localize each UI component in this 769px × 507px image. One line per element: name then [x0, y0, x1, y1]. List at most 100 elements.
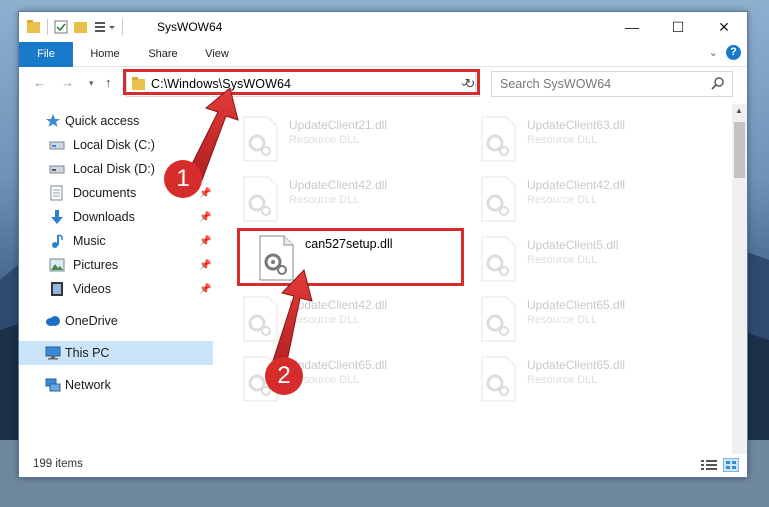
item-count: 199 items	[33, 458, 83, 470]
file-item[interactable]: UpdateClient5.dll Resource DLL	[476, 232, 706, 288]
file-item[interactable]: UpdateClient21.dll Resource DLL	[238, 112, 468, 168]
status-bar: 199 items	[19, 454, 747, 477]
pin-icon[interactable]: 📌	[199, 188, 211, 199]
file-type: Resource DLL	[527, 374, 598, 386]
file-name: UpdateClient5.dll	[527, 238, 619, 252]
sidebar-item-label: OneDrive	[65, 314, 118, 328]
help-button[interactable]: ?	[726, 45, 741, 60]
sidebar-item-label: Network	[65, 378, 111, 392]
music-icon	[49, 233, 65, 249]
file-item[interactable]: UpdateClient63.dll Resource DLL	[476, 112, 706, 168]
videos-icon	[49, 281, 65, 297]
file-name: UpdateClient21.dll	[289, 118, 388, 132]
navigation-pane: Quick access Local Disk (C:) 📌 Local Dis…	[19, 104, 213, 464]
file-type: Resource DLL	[527, 134, 598, 146]
pin-icon[interactable]: 📌	[199, 260, 211, 271]
pin-icon[interactable]: 📌	[199, 284, 211, 295]
file-type: Resource DLL	[289, 314, 360, 326]
sidebar-item-pictures[interactable]: Pictures 📌	[19, 253, 213, 277]
close-button[interactable]: ✕	[701, 12, 747, 42]
sidebar-item-label: Videos	[73, 282, 111, 296]
minimize-button[interactable]: —	[609, 12, 655, 42]
file-item[interactable]: UpdateClient65.dll Resource DLL	[476, 292, 706, 348]
step-two-badge: 2	[265, 357, 303, 395]
drive-icon	[49, 137, 65, 153]
new-folder-icon[interactable]	[74, 20, 88, 34]
scroll-up-icon[interactable]: ▲	[735, 106, 743, 115]
sidebar-item-music[interactable]: Music 📌	[19, 229, 213, 253]
up-arrow-icon[interactable]: ↑	[105, 75, 112, 90]
dll-file-icon	[243, 116, 278, 162]
pin-icon[interactable]: 📌	[199, 140, 211, 151]
search-icon[interactable]	[711, 76, 725, 90]
pin-icon[interactable]: 📌	[199, 236, 211, 247]
file-name: UpdateClient42.dll	[289, 298, 388, 312]
computer-icon	[45, 345, 61, 361]
sidebar-item-label: Local Disk (D:)	[73, 162, 155, 176]
folder-icon	[27, 20, 40, 33]
sidebar-item-this-pc[interactable]: This PC	[19, 341, 213, 365]
expand-ribbon-icon[interactable]: ⌄	[709, 46, 718, 59]
dll-file-icon	[481, 296, 516, 342]
dll-file-icon	[243, 296, 278, 342]
ribbon-tabs: File Home Share View ⌄ ?	[19, 42, 747, 98]
file-item[interactable]: UpdateClient42.dll Resource DLL	[238, 172, 468, 228]
network-icon	[45, 377, 61, 393]
pictures-icon	[49, 257, 65, 273]
sidebar-item-label: This PC	[65, 346, 110, 360]
vertical-scrollbar[interactable]: ▲ ▼	[732, 104, 747, 464]
sidebar-item-label: Local Disk (C:)	[73, 138, 155, 152]
sidebar-item-onedrive[interactable]: OneDrive	[19, 309, 213, 333]
file-type: Resource DLL	[289, 134, 360, 146]
step-one-badge: 1	[164, 160, 202, 198]
scrollbar-thumb[interactable]	[734, 122, 745, 178]
title-bar: SysWOW64 — ☐ ✕	[19, 12, 747, 42]
file-item[interactable]: UpdateClient42.dll Resource DLL	[476, 172, 706, 228]
file-type: Resource DLL	[527, 314, 598, 326]
file-highlight-box	[237, 228, 464, 286]
file-explorer-window: SysWOW64 — ☐ ✕ File Home Share View ⌄ ? …	[18, 11, 748, 478]
file-name: UpdateClient42.dll	[289, 178, 388, 192]
file-item[interactable]: UpdateClient65.dll Resource DLL	[476, 352, 706, 408]
documents-icon	[49, 185, 65, 201]
sidebar-item-local-disk-c[interactable]: Local Disk (C:) 📌	[19, 133, 213, 157]
maximize-button[interactable]: ☐	[655, 12, 701, 42]
tab-view[interactable]: View	[195, 42, 239, 66]
quick-access-toolbar	[27, 18, 123, 36]
sidebar-item-videos[interactable]: Videos 📌	[19, 277, 213, 301]
recent-locations-icon[interactable]: ▾	[89, 78, 94, 89]
dll-file-icon	[481, 356, 516, 402]
file-name: UpdateClient42.dll	[527, 178, 626, 192]
file-type: Resource DLL	[527, 194, 598, 206]
details-view-icon[interactable]	[701, 459, 717, 471]
file-item[interactable]: UpdateClient42.dll Resource DLL	[238, 292, 468, 348]
drive-icon	[49, 161, 65, 177]
sidebar-item-downloads[interactable]: Downloads 📌	[19, 205, 213, 229]
navigation-bar: ← → ▾ ↑ C:\Windows\SysWOW64 ⌄ ↻ Search S…	[19, 67, 747, 101]
sidebar-item-network[interactable]: Network	[19, 373, 213, 397]
sidebar-item-label: Documents	[73, 186, 137, 200]
sidebar-item-label: Quick access	[65, 114, 140, 128]
divider	[47, 19, 48, 35]
large-icons-view-icon[interactable]	[723, 458, 739, 472]
tab-share[interactable]: Share	[139, 42, 187, 66]
sidebar-item-label: Downloads	[73, 210, 135, 224]
sidebar-item-quick-access[interactable]: Quick access	[19, 109, 213, 133]
dll-file-icon	[481, 176, 516, 222]
forward-arrow-icon[interactable]: →	[61, 75, 74, 90]
cloud-icon	[45, 313, 61, 329]
address-highlight-box	[123, 69, 480, 95]
dll-file-icon	[481, 116, 516, 162]
search-input[interactable]: Search SysWOW64	[500, 77, 611, 91]
sidebar-item-label: Pictures	[73, 258, 119, 272]
customize-toolbar-icon[interactable]	[94, 20, 116, 34]
tab-home[interactable]: Home	[81, 42, 129, 66]
properties-icon[interactable]	[54, 20, 68, 34]
star-icon	[45, 113, 61, 129]
window-title: SysWOW64	[157, 20, 223, 34]
divider	[122, 19, 123, 35]
back-arrow-icon[interactable]: ←	[33, 75, 46, 90]
pin-icon[interactable]: 📌	[199, 212, 211, 223]
search-box[interactable]: Search SysWOW64	[491, 71, 733, 97]
file-type: Resource DLL	[289, 194, 360, 206]
